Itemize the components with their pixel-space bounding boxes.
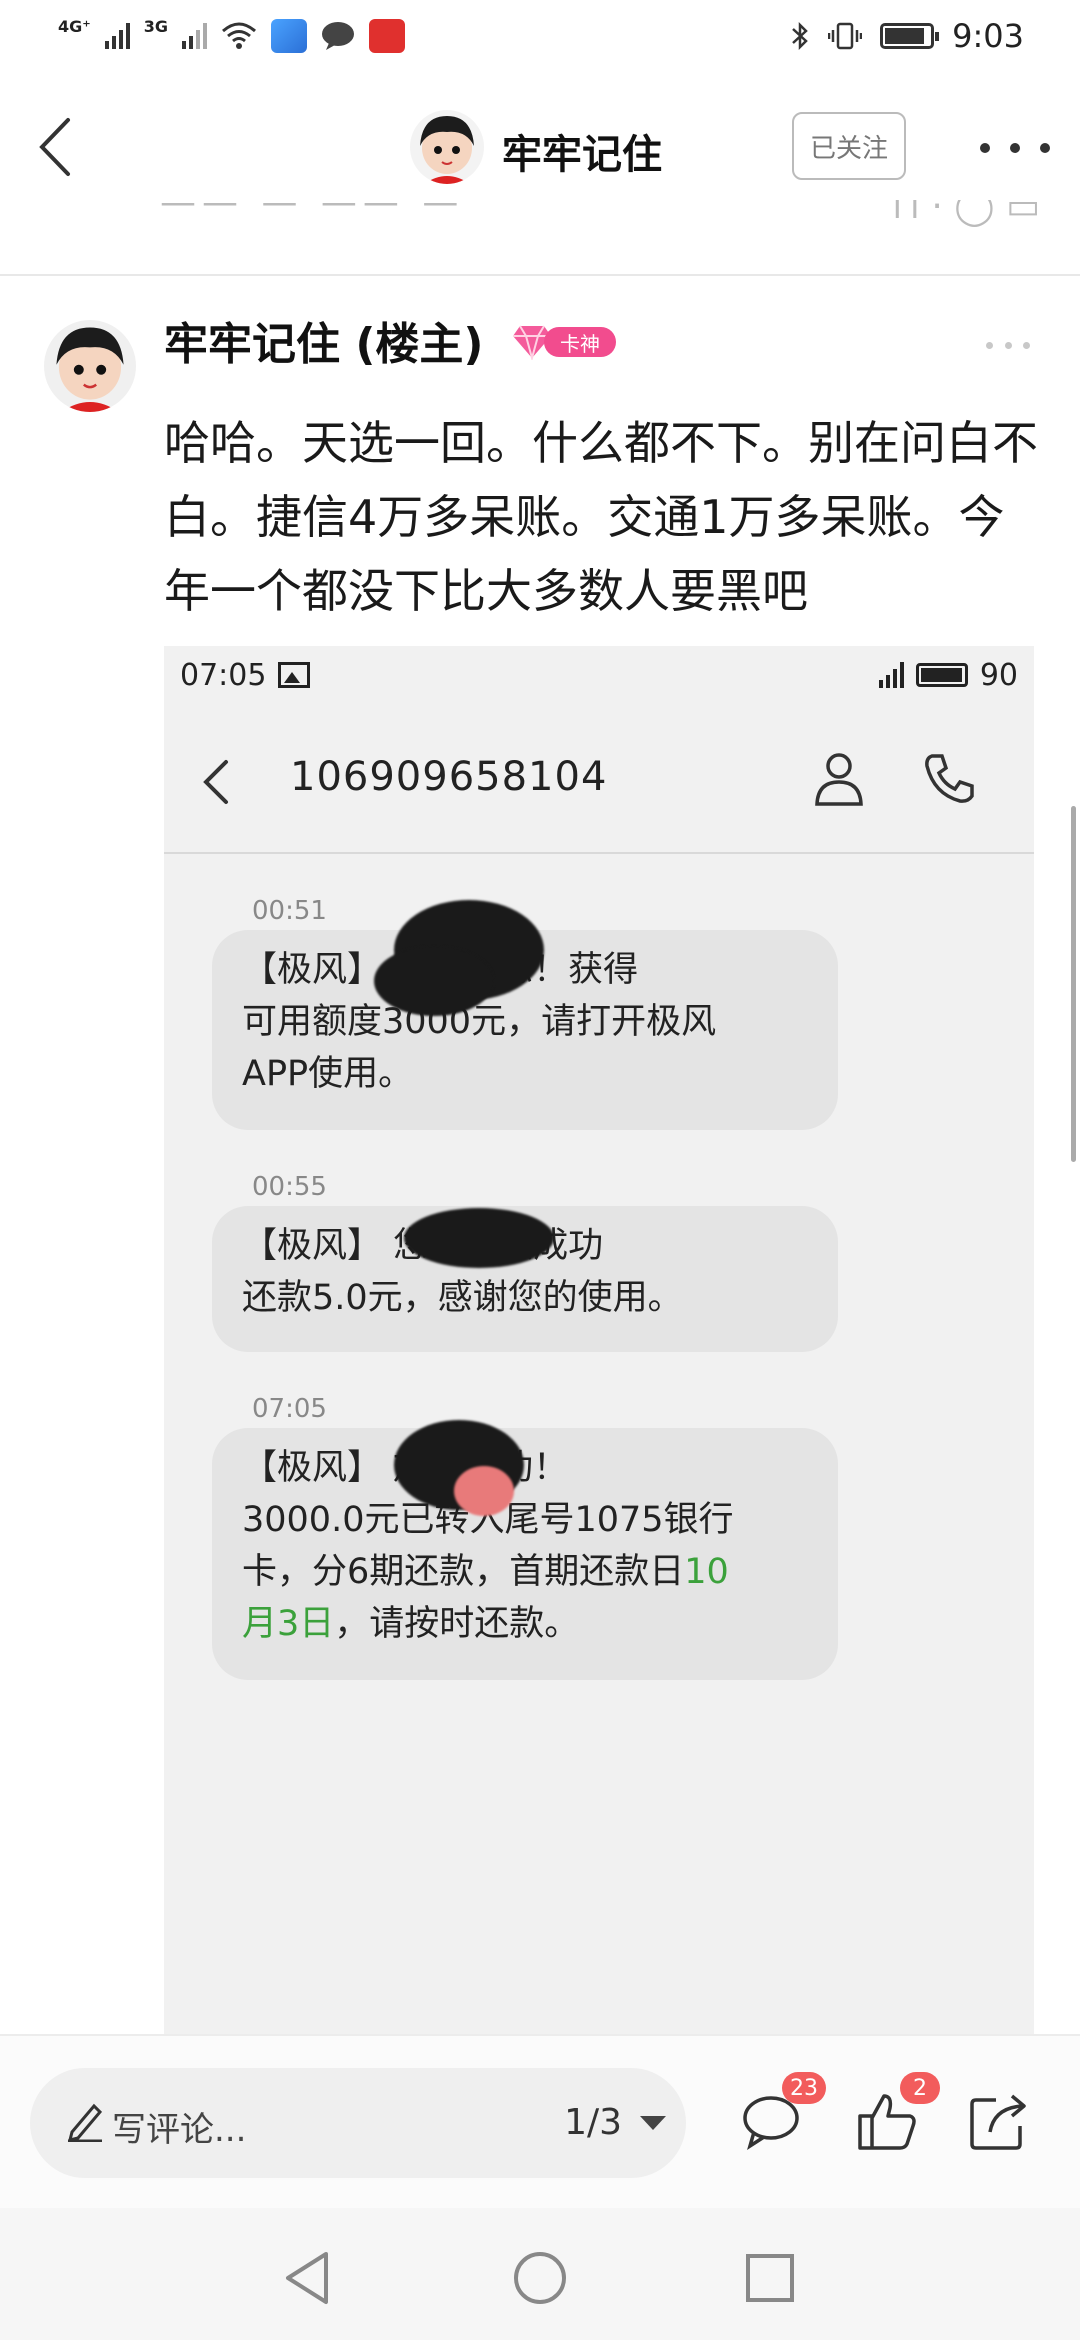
badge-label: 卡神 (544, 327, 616, 357)
image-battery-level: 90 (979, 657, 1018, 693)
post-body: 哈哈。天选一回。什么都不下。别在问白不白。捷信4万多呆账。交通1万多呆账。今年一… (164, 416, 1038, 618)
status-bar: 4G⁺ 3G 9:03 (0, 0, 1080, 72)
scrollbar[interactable] (1071, 806, 1076, 1162)
image-clock: 07:05 (180, 657, 267, 693)
network-label-1: 4G⁺ (58, 16, 91, 36)
clipped-icons: ⊓ · ◯ ▭ (891, 200, 1040, 227)
status-right: 9:03 (790, 17, 1024, 55)
redaction-mark (374, 946, 494, 1016)
nav-back-icon[interactable] (280, 2248, 340, 2308)
clipped-text: —— — —— — (160, 200, 465, 223)
message-line: 还款5.0元，感谢您的使用。 (242, 1278, 683, 1318)
battery-icon (880, 23, 940, 49)
previous-post-remnant: —— — —— — ⊓ · ◯ ▭ (0, 200, 1080, 276)
redaction-mark (454, 1466, 514, 1516)
bluetooth-icon (792, 21, 808, 51)
red-app-icon (368, 19, 405, 53)
phone-icon (925, 754, 974, 803)
message-time: 00:55 (252, 1172, 327, 1202)
message-text: ，请按时还款。 (334, 1604, 580, 1644)
attached-image[interactable]: 07:05 90 106909658104 00:51 【极风】 ：恭喜您！获得… (164, 646, 1034, 2036)
image-battery-icon (915, 663, 968, 687)
contact-icon (815, 753, 863, 806)
message-time: 00:51 (252, 896, 327, 926)
network-label-2: 3G (143, 16, 168, 36)
message-time: 07:05 (252, 1394, 327, 1424)
message-line: 可用额度3000元，请打开极风 (242, 1002, 717, 1042)
nav-recents-icon[interactable] (740, 2248, 800, 2308)
author-avatar[interactable] (44, 320, 136, 412)
message-bubble: 【极风】 放款成功！ 3000.0元已转入尾号1075银行 卡，分6期还款，首期… (212, 1428, 838, 1680)
message-line: 3000.0元已转入尾号1075银行 (242, 1500, 734, 1540)
image-icon (278, 662, 311, 688)
page-indicator[interactable]: 1/3 (564, 2102, 622, 2143)
vibrate-icon (828, 22, 863, 50)
pencil-icon (67, 2103, 103, 2142)
like-count-badge: 2 (900, 2072, 940, 2104)
image-signal-icon (878, 662, 904, 688)
message-text: 卡，分6期还款，首期还款日 (242, 1552, 685, 1592)
share-icon[interactable] (968, 2090, 1030, 2152)
more-dots-icon[interactable] (980, 128, 1050, 168)
stocks-app-icon (270, 19, 307, 53)
redaction-mark (404, 1208, 554, 1268)
card-god-badge: 卡神 (512, 322, 616, 362)
sms-header: 106909658104 (164, 704, 1034, 854)
system-navigation (0, 2208, 1080, 2340)
post-options-icon[interactable] (986, 342, 1030, 352)
signal-icon-2 (181, 23, 207, 49)
message-line: 【极风】 放款成功！ (242, 1448, 568, 1488)
signal-icon (104, 23, 130, 49)
clock: 9:03 (952, 17, 1024, 55)
message-line: 卡，分6期还款，首期还款日10 (242, 1546, 808, 1598)
back-icon[interactable] (28, 114, 88, 180)
date-link: 10 (684, 1552, 729, 1592)
chat-notification-icon (321, 22, 354, 50)
message-line: 月3日，请按时还款。 (242, 1598, 808, 1650)
image-status-bar: 07:05 90 (164, 646, 1034, 704)
nav-home-icon[interactable] (510, 2248, 570, 2308)
comment-input[interactable]: 写评论... 1/3 (30, 2068, 686, 2178)
comment-count-badge: 23 (782, 2072, 826, 2104)
follow-button[interactable]: 已关注 (792, 112, 906, 180)
chevron-down-icon[interactable] (640, 2116, 666, 2130)
status-left: 4G⁺ 3G (58, 16, 405, 53)
bottom-action-bar: 写评论... 1/3 23 2 (0, 2034, 1080, 2208)
message-line: APP使用。 (242, 1054, 414, 1094)
sms-sender: 106909658104 (290, 754, 608, 800)
comment-placeholder: 写评论... (112, 2110, 247, 2150)
top-nav: 牢牢记住 已关注 (0, 92, 1080, 202)
wifi-icon (221, 22, 256, 49)
date-link: 月3日 (242, 1604, 335, 1644)
avatar[interactable] (410, 110, 484, 184)
sms-back-icon (203, 760, 228, 804)
page-title: 牢牢记住 (502, 132, 662, 178)
author-name[interactable]: 牢牢记住 (楼主) (164, 308, 484, 372)
